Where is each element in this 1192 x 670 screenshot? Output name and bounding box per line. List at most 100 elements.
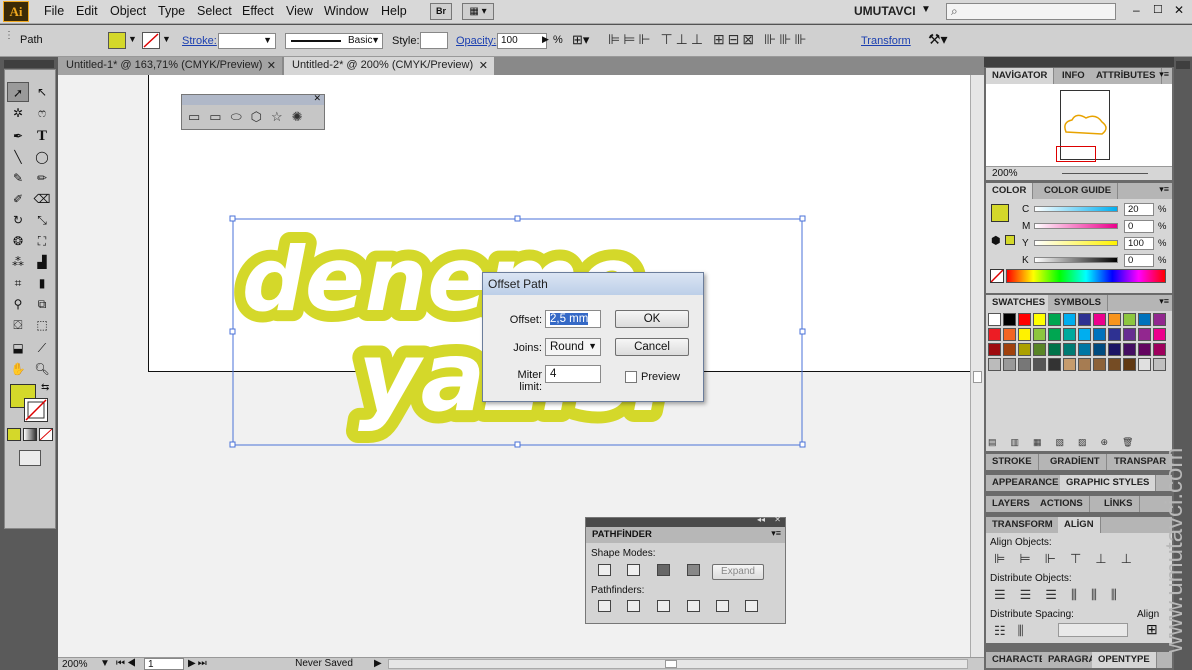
swatch[interactable] [1078,343,1091,356]
line-tool-icon[interactable]: ╲ [7,147,29,167]
pathfinder-tab[interactable]: PATHFİNDER [592,529,652,540]
chevron-right-icon[interactable]: ▶ [542,34,549,45]
menu-effect[interactable]: Effect [242,4,274,18]
tab-untitled-2[interactable]: Untitled-2* @ 200% (CMYK/Preview) ✕ [284,57,494,75]
channel-slider[interactable] [1034,257,1118,263]
panel-menu-icon[interactable]: ▾≡ [1159,69,1169,80]
swatch[interactable] [1048,343,1061,356]
warp-tool-icon[interactable]: ❂ [7,231,29,251]
tab-gradient[interactable]: GRADİENT [1044,454,1107,470]
chevron-right-icon[interactable]: ▶ [374,658,382,669]
graph-tool-icon[interactable]: ▟ [31,252,53,272]
none-color-icon[interactable] [990,269,1004,283]
navigator-zoom-value[interactable]: 200% [992,168,1018,179]
transform-link[interactable]: Transform [861,35,911,47]
search-input[interactable]: ⌕ [946,3,1116,20]
swatch[interactable] [1018,358,1031,371]
bridge-button[interactable]: Br [430,3,452,20]
menu-window[interactable]: Window [324,4,368,18]
expand-button[interactable]: Expand [712,564,764,580]
offset-input[interactable]: 2,5 mm [545,310,601,328]
intersect-icon[interactable] [657,564,670,576]
swatch[interactable] [1093,313,1106,326]
menu-edit[interactable]: Edit [76,4,98,18]
zoom-tool-icon[interactable]: 🔍︎ [31,359,53,379]
swatch[interactable] [1003,328,1016,341]
panel-menu-icon[interactable]: ▾≡ [771,528,781,539]
out-of-gamut-swatch[interactable] [1005,235,1015,245]
pencil-tool-icon[interactable]: ✏ [31,168,53,188]
direct-selection-tool-icon[interactable]: ↖ [31,82,53,102]
swatch[interactable] [1018,313,1031,326]
tab-navigator[interactable]: NAVİGATOR [986,68,1055,84]
swatch[interactable] [1048,328,1061,341]
tab-info[interactable]: INFO [1056,68,1092,84]
eyedropper-tool-icon[interactable]: ⚲ [7,294,29,314]
swatch[interactable] [1108,313,1121,326]
ellipse-tool-icon[interactable]: ◯ [31,147,53,167]
channel-value[interactable]: 0 [1124,254,1154,267]
spacing-field[interactable] [1058,623,1128,637]
swatch[interactable] [1138,313,1151,326]
chevron-down-icon[interactable]: ▼ [128,34,137,44]
opacity-link[interactable]: Opacity: [456,35,496,47]
swatch[interactable] [1123,358,1136,371]
swatch[interactable] [1018,328,1031,341]
menu-view[interactable]: View [286,4,313,18]
distribute-spacing-icons[interactable]: ☷⫼ [994,623,1036,639]
swatch[interactable] [1018,343,1031,356]
menu-help[interactable]: Help [381,4,407,18]
tab-symbols[interactable]: SYMBOLS [1048,295,1108,311]
tab-links[interactable]: LİNKS [1098,496,1140,512]
divide-icon[interactable] [598,600,611,612]
minimize-icon[interactable]: – [1133,3,1140,17]
cancel-button[interactable]: Cancel [615,338,689,356]
symbol-sprayer-tool-icon[interactable]: ⁂ [7,252,29,272]
swatch[interactable] [1078,328,1091,341]
swatch[interactable] [1033,343,1046,356]
artboard-nav-next-icon[interactable]: ▶⏭ [188,658,209,669]
free-transform-tool-icon[interactable]: ⛶ [31,231,53,251]
swatch[interactable] [1093,343,1106,356]
swatch[interactable] [1153,328,1166,341]
blend-tool-icon[interactable]: ⧉ [31,294,53,314]
rotate-tool-icon[interactable]: ↻ [7,210,29,230]
swatch[interactable] [1153,343,1166,356]
preview-checkbox[interactable] [625,371,637,383]
live-paint-tool-icon[interactable]: ⛋ [7,315,29,335]
swatch[interactable] [1033,328,1046,341]
eraser-tool-icon[interactable]: ⌫ [31,189,53,209]
swatch[interactable] [1138,358,1151,371]
workspace-switcher[interactable]: UMUTAVCI [854,4,916,18]
miter-limit-input[interactable]: 4 [545,365,601,383]
tab-appearance[interactable]: APPEARANCE [986,475,1066,491]
channel-value[interactable]: 100 [1124,237,1154,250]
menu-select[interactable]: Select [197,4,232,18]
swatch[interactable] [1123,328,1136,341]
slice-tool-icon[interactable]: ⟋ [31,338,53,358]
tab-layers[interactable]: LAYERS [986,496,1037,512]
align-icons[interactable]: ⊫⊨⊩ ⊤⊥⊥ ⊞⊟⊠ ⊪⊪⊪ [608,31,810,48]
arrange-documents-button[interactable]: ▦ ▾ [462,3,494,20]
swatch[interactable] [1093,328,1106,341]
tab-transform[interactable]: TRANSFORM [986,517,1060,533]
swatch[interactable] [988,313,1001,326]
artboard-number[interactable]: 1 [144,658,184,670]
tab-color-guide[interactable]: COLOR GUIDE [1038,183,1119,199]
swatch[interactable] [1108,343,1121,356]
swatch[interactable] [1108,328,1121,341]
trim-icon[interactable] [627,600,640,612]
tab-actions[interactable]: ACTIONS [1034,496,1090,512]
swatch[interactable] [1063,358,1076,371]
maximize-icon[interactable]: ☐ [1153,3,1163,16]
menu-file[interactable]: File [44,4,64,18]
distribute-object-icons[interactable]: ☰☰☰⫼⫼⫼ [994,587,1131,603]
color-spectrum[interactable] [1006,269,1166,283]
swatch[interactable] [1138,343,1151,356]
swatch[interactable] [1078,358,1091,371]
paintbrush-tool-icon[interactable]: ✎ [7,168,29,188]
tab-stroke[interactable]: STROKE [986,454,1039,470]
tab-graphic-styles[interactable]: GRAPHIC STYLES [1060,475,1157,491]
align-object-icons[interactable]: ⊫⊨⊩⊤⊥⊥ [994,551,1146,567]
magic-wand-tool-icon[interactable]: ✲ [7,103,29,123]
